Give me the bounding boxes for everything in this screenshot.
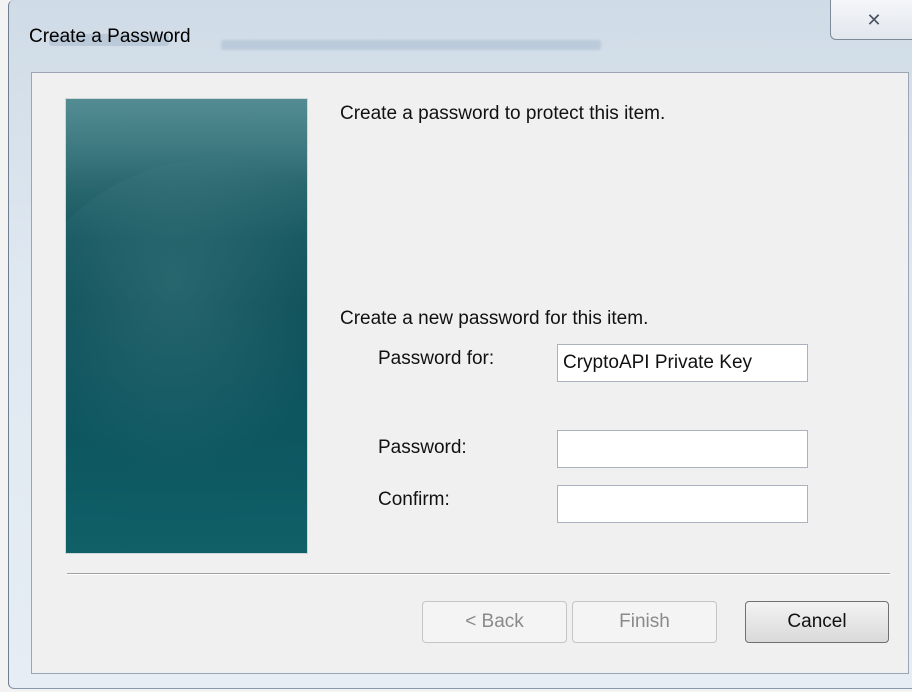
wizard-side-banner (65, 98, 308, 554)
confirm-password-input[interactable] (557, 485, 808, 523)
close-button[interactable]: ✕ (830, 0, 912, 40)
confirm-label: Confirm: (378, 489, 450, 510)
password-for-label: Password for: (378, 348, 495, 369)
intro-text: Create a password to protect this item. (340, 103, 666, 124)
footer-separator (67, 573, 890, 575)
dialog-title: Create a Password (29, 26, 191, 47)
close-icon: ✕ (866, 9, 882, 30)
password-label: Password: (378, 437, 467, 458)
finish-button[interactable]: Finish (572, 601, 717, 643)
password-for-field (557, 344, 808, 382)
dialog-content: Create a password to protect this item. … (31, 72, 909, 674)
password-input[interactable] (557, 430, 808, 468)
dialog-window-frame: Create a Password ✕ Create a password to… (8, 0, 912, 689)
back-button[interactable]: < Back (422, 601, 567, 643)
section-heading: Create a new password for this item. (340, 308, 649, 329)
cancel-button[interactable]: Cancel (745, 601, 889, 643)
